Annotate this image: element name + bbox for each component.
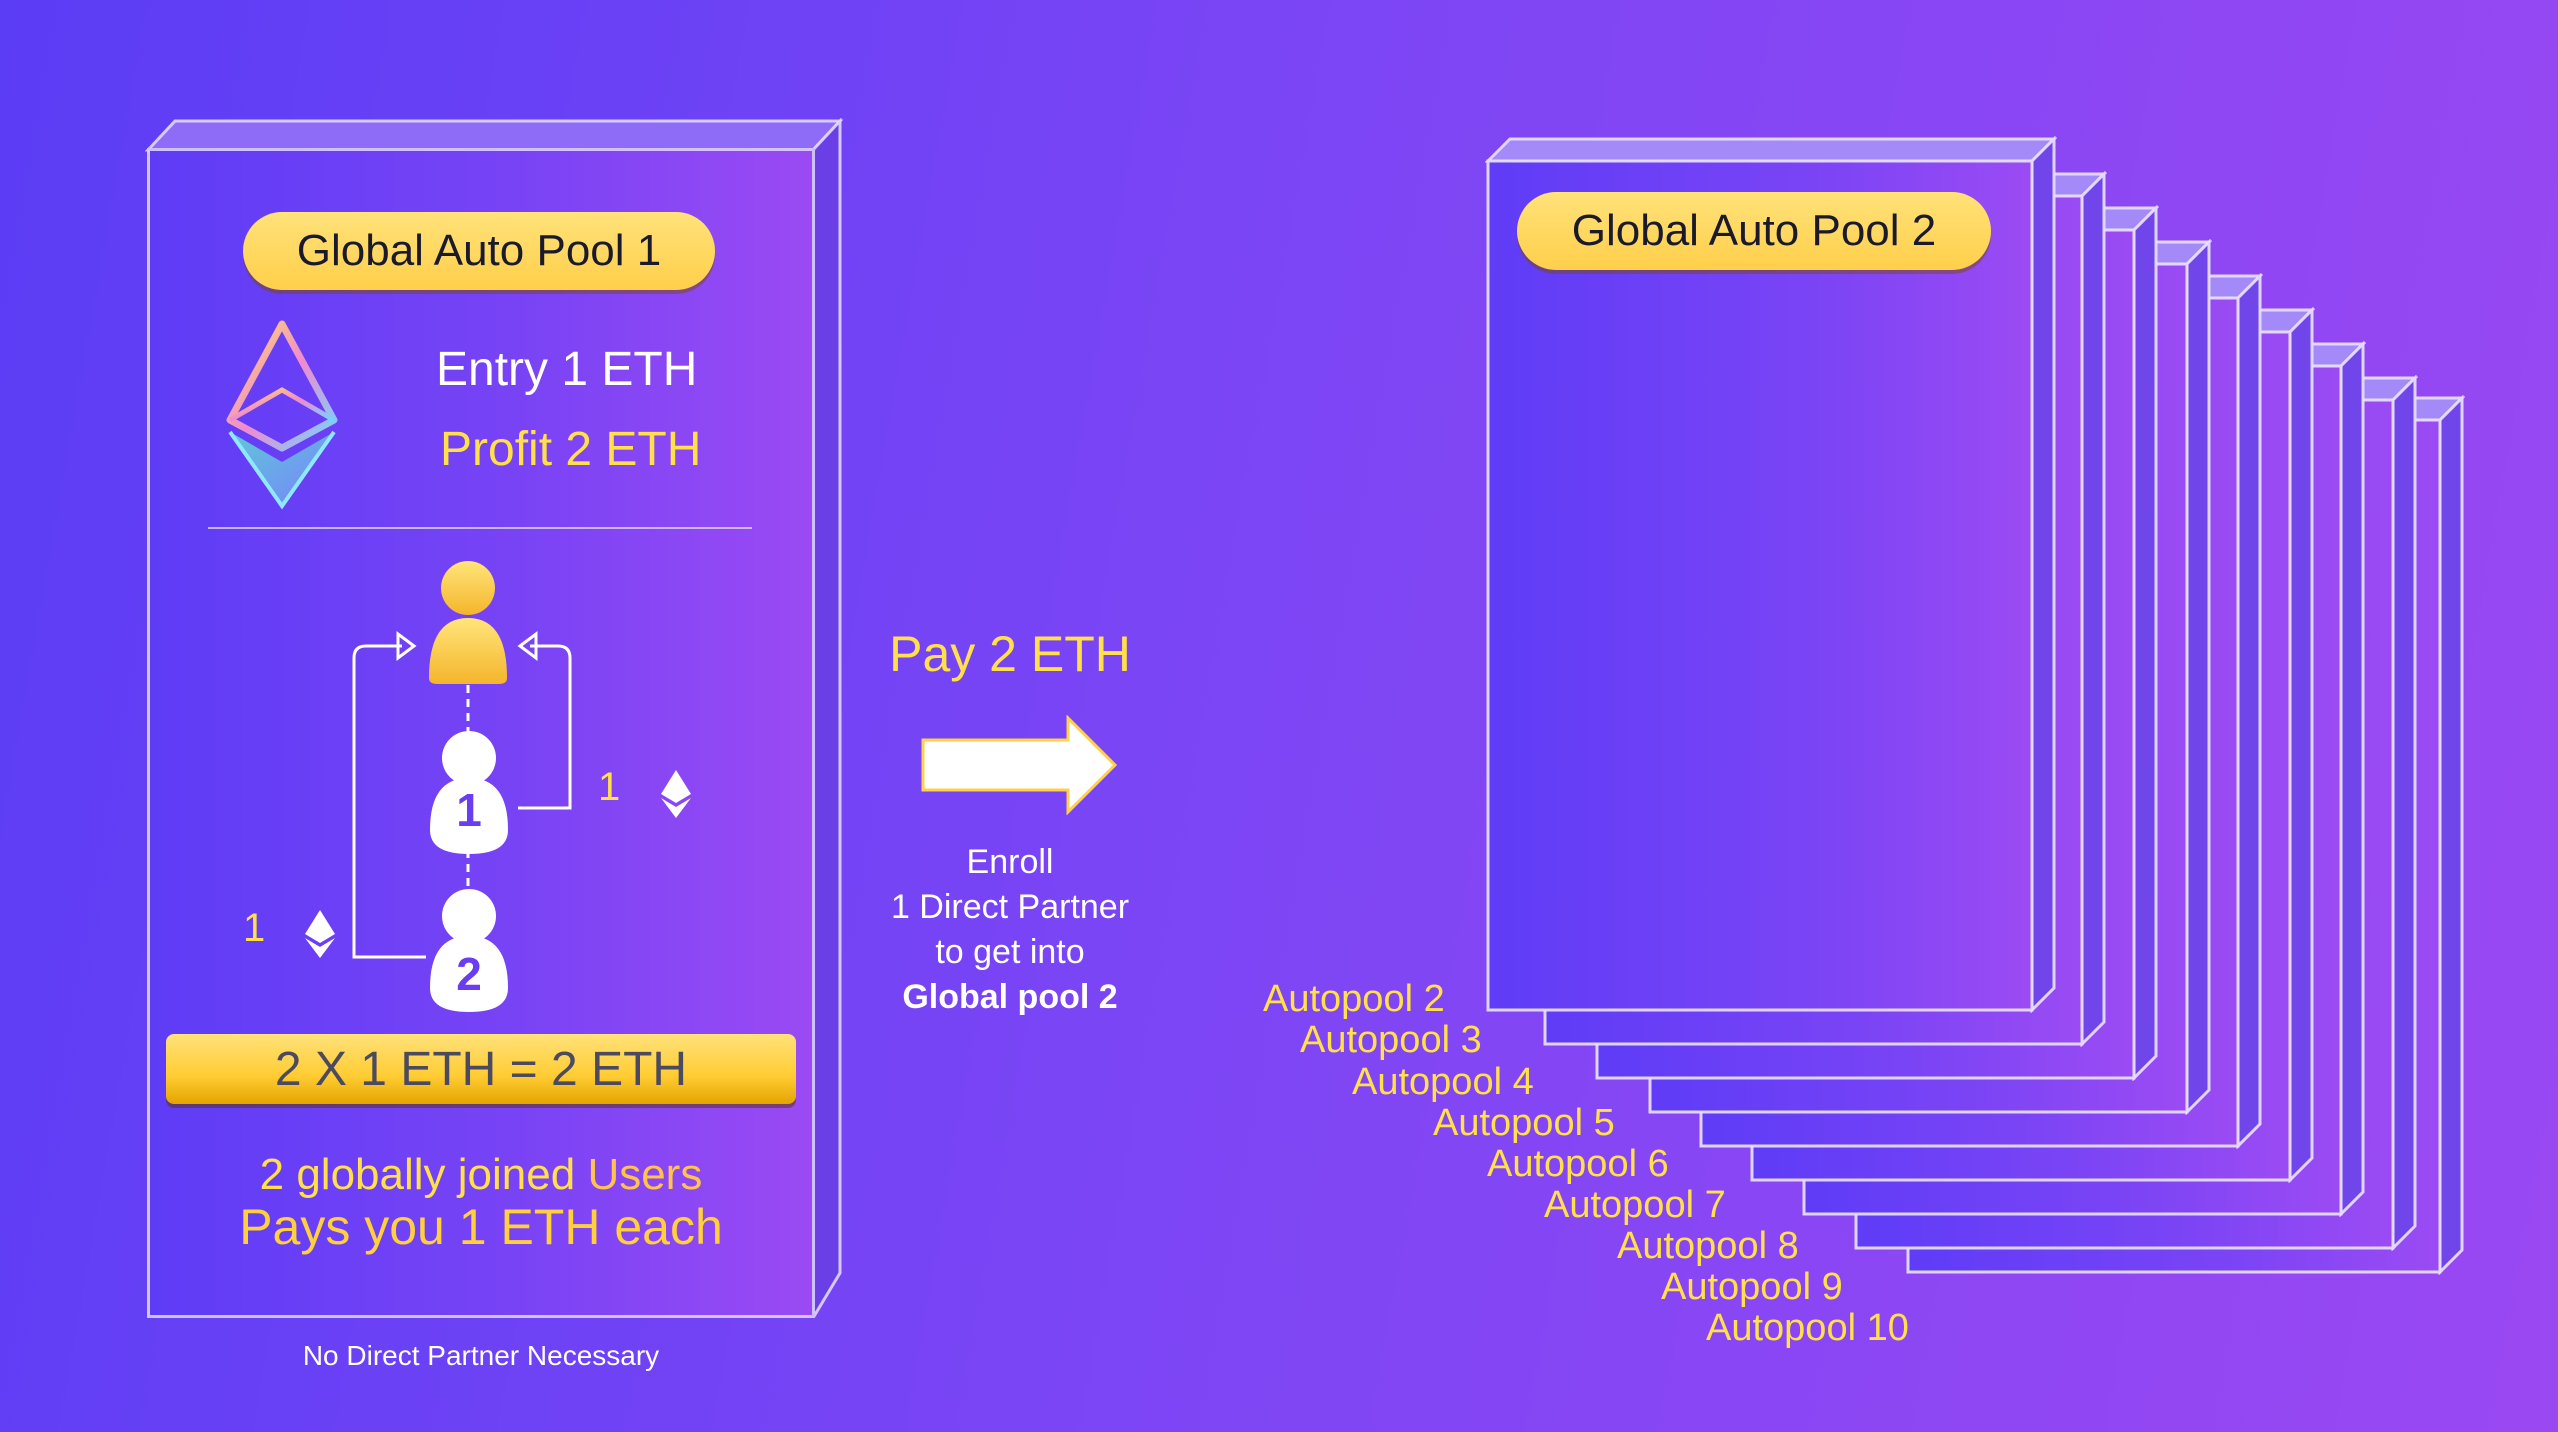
equation-text: 2 X 1 ETH = 2 ETH [274, 1042, 688, 1096]
enroll-line: Enroll [966, 843, 1054, 881]
autopool-label-8: Autopool 8 [1617, 1225, 1799, 1267]
autopool-label-7: Autopool 7 [1544, 1184, 1726, 1226]
autopool-label-4: Autopool 4 [1352, 1061, 1534, 1103]
user-1-label: 1 [456, 784, 482, 836]
pay-label: Pay 2 ETH [889, 626, 1131, 682]
pool1-profit: Profit 2 ETH [440, 423, 702, 476]
pool1-title-pill: Global Auto Pool 1 [243, 212, 715, 290]
user-2-label: 2 [456, 948, 482, 1000]
pool2-title: Global Auto Pool 2 [1571, 206, 1937, 255]
person-icon [429, 561, 507, 684]
autopool-label-5: Autopool 5 [1433, 1102, 1615, 1144]
divider [208, 527, 752, 529]
left-amount: 1 [243, 906, 266, 950]
autopool-label-3: Autopool 3 [1300, 1019, 1482, 1061]
autopool-label-2: Autopool 2 [1263, 978, 1445, 1020]
ethereum-small-icon [305, 910, 335, 958]
pays-line: Pays you 1 ETH each [239, 1199, 723, 1255]
pool1-title: Global Auto Pool 1 [296, 226, 662, 275]
ethereum-small-icon [661, 770, 691, 818]
to-get-into-line: to get into [935, 933, 1085, 971]
right-amount: 1 [598, 765, 621, 809]
global-pool-line: Global pool 2 [902, 978, 1118, 1016]
ethereum-logo-icon [226, 320, 338, 510]
pool1-entry: Entry 1 ETH [436, 343, 698, 396]
autopool-label-9: Autopool 9 [1661, 1266, 1843, 1308]
equation-bar: 2 X 1 ETH = 2 ETH [166, 1034, 796, 1104]
users-text: Users [587, 1150, 703, 1199]
joined-line: 2 globally joined Users [147, 1150, 815, 1200]
autopool-label-6: Autopool 6 [1487, 1143, 1669, 1185]
right-arrow-icon [921, 715, 1118, 815]
pool2-title-pill: Global Auto Pool 2 [1517, 192, 1991, 270]
autopool-label-10: Autopool 10 [1706, 1307, 1909, 1349]
footnote: No Direct Partner Necessary [302, 1340, 660, 1371]
joined-text: 2 globally joined [259, 1150, 576, 1199]
direct-partner-line: 1 Direct Partner [890, 888, 1130, 926]
enroll-text: Enroll 1 Direct Partner to get into Glob… [860, 840, 1160, 1020]
